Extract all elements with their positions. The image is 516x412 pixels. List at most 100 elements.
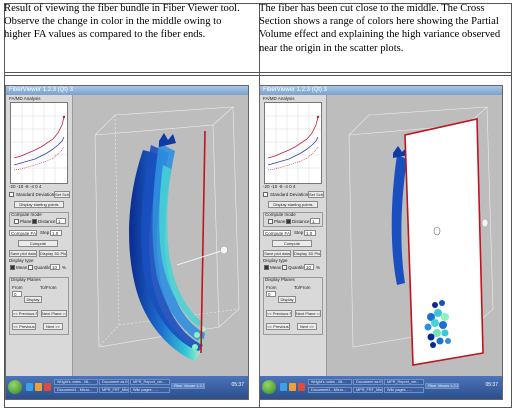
distance-checkbox[interactable] [286, 219, 291, 224]
task-item[interactable]: Document as the... [353, 379, 383, 385]
task-item[interactable]: Document1 - Micro... [54, 387, 98, 393]
window-controls[interactable] [486, 87, 500, 100]
save-plot-data-button[interactable]: Save plot data [263, 250, 291, 257]
windows-taskbar: Wright's notes - Mi... Document1 - Micro… [260, 376, 502, 399]
quantile-input[interactable]: 10 [304, 264, 314, 270]
distance-input[interactable]: 1 [56, 218, 66, 224]
caption-right: The fiber has been cut close to the midd… [259, 3, 501, 54]
start-button[interactable] [8, 380, 22, 394]
task-item[interactable]: MPR_Report_ver... [384, 379, 424, 385]
quantile-radio[interactable] [28, 265, 33, 270]
compute-button[interactable]: Compute [18, 240, 58, 247]
plane-checkbox[interactable] [14, 219, 19, 224]
browser-icon[interactable] [26, 383, 33, 391]
standard-deviation-label: Standard Deviation [16, 192, 55, 197]
window-title: FiberViewer 1.2.3 (Qt) 3 [263, 87, 327, 93]
browser-icon[interactable] [280, 383, 287, 391]
folder-icon[interactable] [289, 383, 296, 391]
caption-left: Result of viewing the fiber bundle in Fi… [4, 3, 240, 41]
table-row-divider [5, 72, 511, 73]
cut-plane-edge [200, 130, 206, 354]
planes-from-input[interactable]: 0 [12, 291, 22, 297]
set-scheme-button[interactable]: Set Scheme [54, 191, 70, 198]
compute-fa-select[interactable]: Compute FA [263, 230, 291, 236]
fiber-viewer-screenshot-full: FiberViewer 1.2.3 (Qt) 3 FA/MD Analysis [5, 85, 249, 400]
previous-button[interactable]: << Previous [12, 323, 36, 330]
previous-plane-button[interactable]: << Previous Plane [12, 310, 38, 317]
next-plane-button[interactable]: Next Plane >> [295, 310, 321, 317]
set-scheme-button[interactable]: Set Scheme [308, 191, 324, 198]
step-input[interactable]: 1.0 [304, 230, 316, 236]
plot-mean-curve [13, 136, 65, 166]
compute-fa-select[interactable]: Compute FA [9, 230, 37, 236]
plane-center-marker [433, 226, 441, 236]
plot-title: FA/MD Analysis [9, 96, 41, 101]
task-item[interactable]: MPR_Report_ver... [130, 379, 170, 385]
next-button[interactable]: Next >> [297, 323, 317, 330]
window-titlebar: FiberViewer 1.2.3 (Qt) 3 [6, 86, 248, 100]
windows-taskbar: Wright's notes - Mi... Document1 - Micro… [6, 376, 248, 399]
quantile-input[interactable]: 10 [50, 264, 60, 270]
control-panel: FA/MD Analysis -20 -10 -8 -4 0 4 Standar… [260, 95, 327, 377]
standard-deviation-checkbox[interactable] [263, 192, 268, 197]
display-planes-group: Display Planes From To/From 0 Display <<… [263, 277, 323, 335]
display-3d-plot-button[interactable]: Display 3D Plot [293, 250, 321, 257]
folder-icon[interactable] [35, 383, 42, 391]
3d-view[interactable] [327, 95, 502, 377]
planes-from-input[interactable]: 0 [266, 291, 276, 297]
task-item[interactable]: Wiki pages - ... [130, 387, 170, 393]
distance-input[interactable]: 1 [310, 218, 320, 224]
display-button[interactable]: Display [24, 296, 42, 303]
task-item[interactable]: MPR_FRT_Mine [353, 387, 383, 393]
mean-radio[interactable] [264, 265, 269, 270]
task-item[interactable]: Wright's notes - Mi... [308, 379, 352, 385]
display-button[interactable]: Display [278, 296, 296, 303]
3d-view[interactable] [73, 95, 248, 377]
task-item-active[interactable]: Fiber Viewer 1.2.3 [171, 383, 205, 389]
fa-plot [264, 102, 322, 184]
x-axis-ticks: -20 -10 -8 -4 0 4 [9, 184, 42, 189]
compute-mode-group: Compute mode Plane Distance 1 [9, 212, 69, 227]
quantile-radio[interactable] [282, 265, 287, 270]
x-axis-ticks: -20 -10 -8 -4 0 4 [263, 184, 296, 189]
start-button[interactable] [262, 380, 276, 394]
plot-title: FA/MD Analysis [263, 96, 295, 101]
display-starting-points-button[interactable]: Display starting points [14, 201, 64, 208]
plot-lower-curve [13, 146, 65, 171]
previous-plane-button[interactable]: << Previous Plane [266, 310, 292, 317]
fiber-bundle [129, 133, 206, 361]
previous-button[interactable]: << Previous [266, 323, 290, 330]
save-plot-data-button[interactable]: Save plot data [9, 250, 37, 257]
mean-radio[interactable] [10, 265, 15, 270]
task-item-active[interactable]: Fiber Viewer 1.2.3 [425, 383, 459, 389]
compute-mode-group: Compute mode Plane Distance 1 [263, 212, 323, 227]
window-titlebar: FiberViewer 1.2.3 (Qt) 3 [260, 86, 502, 100]
display-planes-group: Display Planes From To/From 0 Display <<… [9, 277, 69, 335]
plane-checkbox[interactable] [268, 219, 273, 224]
plane-handle [481, 218, 489, 228]
taskbar-clock: 05:37 [485, 382, 498, 388]
fiber-viewer-screenshot-cut: FiberViewer 1.2.3 (Qt) 3 FA/MD Analysis [259, 85, 503, 400]
display-starting-points-button[interactable]: Display starting points [268, 201, 318, 208]
display-3d-plot-button[interactable]: Display 3D Plot [39, 250, 67, 257]
plot-mean-curve [267, 136, 319, 166]
taskbar-clock: 05:37 [231, 382, 244, 388]
step-input[interactable]: 1.0 [50, 230, 62, 236]
fa-plot [10, 102, 68, 184]
plot-upper-curve [267, 116, 319, 159]
task-item[interactable]: Document as the... [99, 379, 129, 385]
plot-lower-curve [267, 146, 319, 171]
standard-deviation-checkbox[interactable] [9, 192, 14, 197]
next-button[interactable]: Next >> [43, 323, 63, 330]
task-item[interactable]: Wright's notes - Mi... [54, 379, 98, 385]
task-item[interactable]: Document1 - Micro... [308, 387, 352, 393]
compute-button[interactable]: Compute [272, 240, 312, 247]
app-icon[interactable] [298, 383, 305, 391]
app-icon[interactable] [44, 383, 51, 391]
plane-normal-arrow [176, 250, 222, 266]
next-plane-button[interactable]: Next Plane >> [41, 310, 67, 317]
task-item[interactable]: Wiki pages - ... [384, 387, 424, 393]
task-item[interactable]: MPR_FRT_Mine [99, 387, 129, 393]
distance-checkbox[interactable] [32, 219, 37, 224]
window-controls[interactable] [232, 87, 246, 100]
